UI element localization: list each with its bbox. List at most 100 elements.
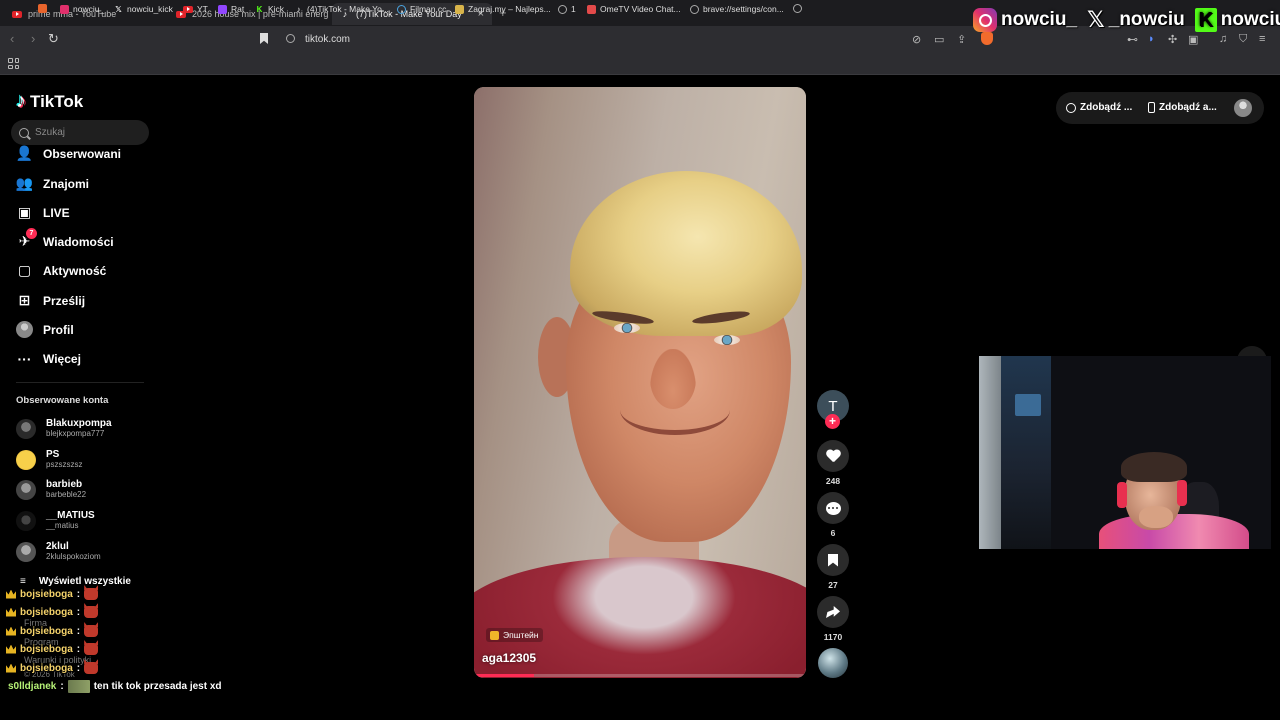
sidebar-item-label: Znajomi — [43, 176, 90, 191]
bookmark-label: nowciu_kick — [127, 4, 173, 14]
followed-account[interactable]: __MATIUS __matius — [16, 510, 95, 531]
twitch-icon — [218, 4, 227, 14]
music-disc-icon[interactable] — [818, 648, 848, 678]
share-icon — [826, 606, 840, 618]
bookmark-item[interactable]: ♪ (4)TikTok - Make Yo... — [294, 4, 389, 14]
wallet-icon[interactable]: ◗ — [1148, 33, 1155, 45]
comment-count: 6 — [830, 528, 836, 538]
sidebar-item-messages[interactable]: ✈ 7 Wiadomości — [16, 228, 114, 250]
sidebar-item-friends[interactable]: 👥 Znajomi — [16, 175, 89, 192]
followed-account[interactable]: 2klul 2klulspokoziom — [16, 541, 101, 562]
site-info-icon[interactable] — [286, 34, 295, 43]
devil-emote-icon — [84, 625, 99, 637]
bookmark-label: Rat — [231, 4, 245, 14]
sidebar-item-upload[interactable]: ⊞ Prześlij — [16, 292, 85, 309]
unread-badge: 7 — [26, 228, 37, 239]
account-name: Blakuxpompa — [46, 418, 112, 429]
get-coins-button[interactable]: Zdobądź ... — [1066, 102, 1132, 113]
bookmark-item[interactable]: Filman.cc — [397, 4, 446, 14]
no-tracking-icon[interactable]: ⊘ — [912, 33, 921, 46]
sidebar-item-following[interactable]: 👤 Obserwowani — [16, 145, 121, 162]
bookmark-item[interactable] — [793, 4, 802, 13]
forward-icon[interactable]: › — [31, 31, 35, 46]
bookmark-item[interactable]: YT — [183, 4, 208, 14]
chat-colon: : — [76, 588, 81, 600]
devil-emote-icon — [84, 606, 99, 618]
crown-badge-icon — [6, 589, 16, 599]
followed-account[interactable]: barbieb barbeble22 — [16, 479, 86, 500]
bookmark-item[interactable]: 𝕏nowciu_kick — [114, 4, 173, 14]
devil-emote-icon — [84, 662, 99, 674]
image-emote-icon — [67, 680, 90, 693]
save-button[interactable] — [817, 544, 849, 576]
user-avatar[interactable] — [1234, 99, 1252, 117]
comment-button[interactable] — [817, 492, 849, 524]
sidebar-item-more[interactable]: ··· Więcej — [16, 350, 81, 367]
bookmark-item[interactable]: brave://settings/con... — [690, 4, 784, 14]
bookmark-label: Filman.cc — [410, 4, 447, 14]
sidebar-item-live[interactable]: ▣ LIVE — [16, 204, 70, 221]
phone-icon — [1148, 102, 1155, 113]
sidebar-item-profile[interactable]: Profil — [16, 321, 74, 338]
followed-account[interactable]: Blakuxpompa blejkxpompa777 — [16, 418, 112, 439]
bookmark-item[interactable]: OmeTV Video Chat... — [587, 4, 681, 14]
account-name: PS — [46, 449, 60, 460]
sidebar-item-label: Aktywność — [43, 263, 107, 278]
chat-colon: : — [76, 625, 81, 637]
like-button[interactable] — [817, 440, 849, 472]
get-app-button[interactable]: Zdobądź a... — [1148, 102, 1217, 113]
share-button[interactable] — [817, 596, 849, 628]
chat-colon: : — [60, 681, 64, 692]
list-icon: ≡ — [20, 576, 26, 587]
extensions-icon[interactable]: ✣ — [1168, 33, 1177, 46]
tiktok-logo[interactable]: ♪ TikTok — [16, 90, 83, 113]
effect-icon — [490, 630, 499, 640]
bookmark-label: (4)TikTok - Make Yo... — [307, 4, 389, 14]
effect-tag[interactable]: Эпштейн — [486, 628, 543, 642]
menu-icon[interactable]: ≡ — [1259, 33, 1265, 45]
get-app-label: Zdobądź a... — [1159, 102, 1217, 113]
search-input[interactable]: Szukaj — [11, 120, 149, 145]
get-coins-label: Zdobądź ... — [1080, 102, 1133, 113]
video-author[interactable]: aga12305 — [482, 651, 536, 665]
chat-username: s0lldjanek — [8, 681, 57, 692]
live-icon: ▣ — [17, 204, 32, 220]
bookmark-item[interactable]: 1 — [558, 4, 576, 14]
bookmark-label: Zagraj.my – Najleps... — [468, 4, 551, 14]
chat-colon: : — [76, 606, 81, 618]
video-progress-bar[interactable] — [474, 674, 806, 677]
bookmark-item[interactable]: K Kick — [255, 4, 284, 14]
bookmark-item[interactable] — [38, 4, 47, 13]
bookmark-item[interactable]: Zagraj.my – Najleps... — [455, 4, 551, 14]
address-bar[interactable]: tiktok.com — [305, 34, 350, 45]
apps-grid-icon[interactable] — [8, 58, 19, 69]
reload-icon[interactable]: ↻ — [48, 31, 59, 47]
bookmark-folder-icon — [38, 4, 47, 13]
youtube-icon — [12, 10, 22, 18]
avatar — [16, 479, 36, 500]
vpn-icon[interactable]: ⊷ — [1127, 33, 1138, 46]
follow-plus-icon[interactable]: + — [825, 414, 840, 429]
webcam-background — [979, 356, 1001, 549]
sidebar-icon[interactable]: ▣ — [1188, 33, 1198, 46]
headset-icon — [1177, 480, 1187, 506]
followed-account[interactable]: PS pszszszsz — [16, 449, 82, 470]
back-icon[interactable]: ‹ — [10, 31, 14, 46]
share-page-icon[interactable]: ⇪ — [957, 33, 966, 46]
sidebar-item-activity[interactable]: ▢ Aktywność — [16, 262, 106, 279]
kick-icon: K — [1194, 8, 1217, 32]
show-all-button[interactable]: ≡ Wyświetl wszystkie — [20, 576, 131, 587]
music-icon[interactable]: ♫ — [1219, 33, 1227, 45]
bookmark-item[interactable]: nowciu_ — [60, 4, 104, 14]
bookmark-item[interactable]: Rat — [218, 4, 244, 14]
chat-username: bojsieboga — [20, 625, 73, 637]
messages-icon: ✈ 7 — [16, 228, 37, 250]
tiktok-icon: ♪ — [296, 4, 301, 14]
cast-icon[interactable]: ▭ — [934, 33, 944, 46]
chat-text: ten tik tok przesada jest xd — [93, 681, 222, 692]
shield-icon[interactable]: ⛉ — [1239, 33, 1247, 46]
video-player[interactable]: Эпштейн aga12305 — [474, 87, 806, 678]
video-eye — [714, 335, 740, 345]
crown-badge-icon — [6, 663, 16, 673]
chat-username: bojsieboga — [20, 662, 73, 674]
